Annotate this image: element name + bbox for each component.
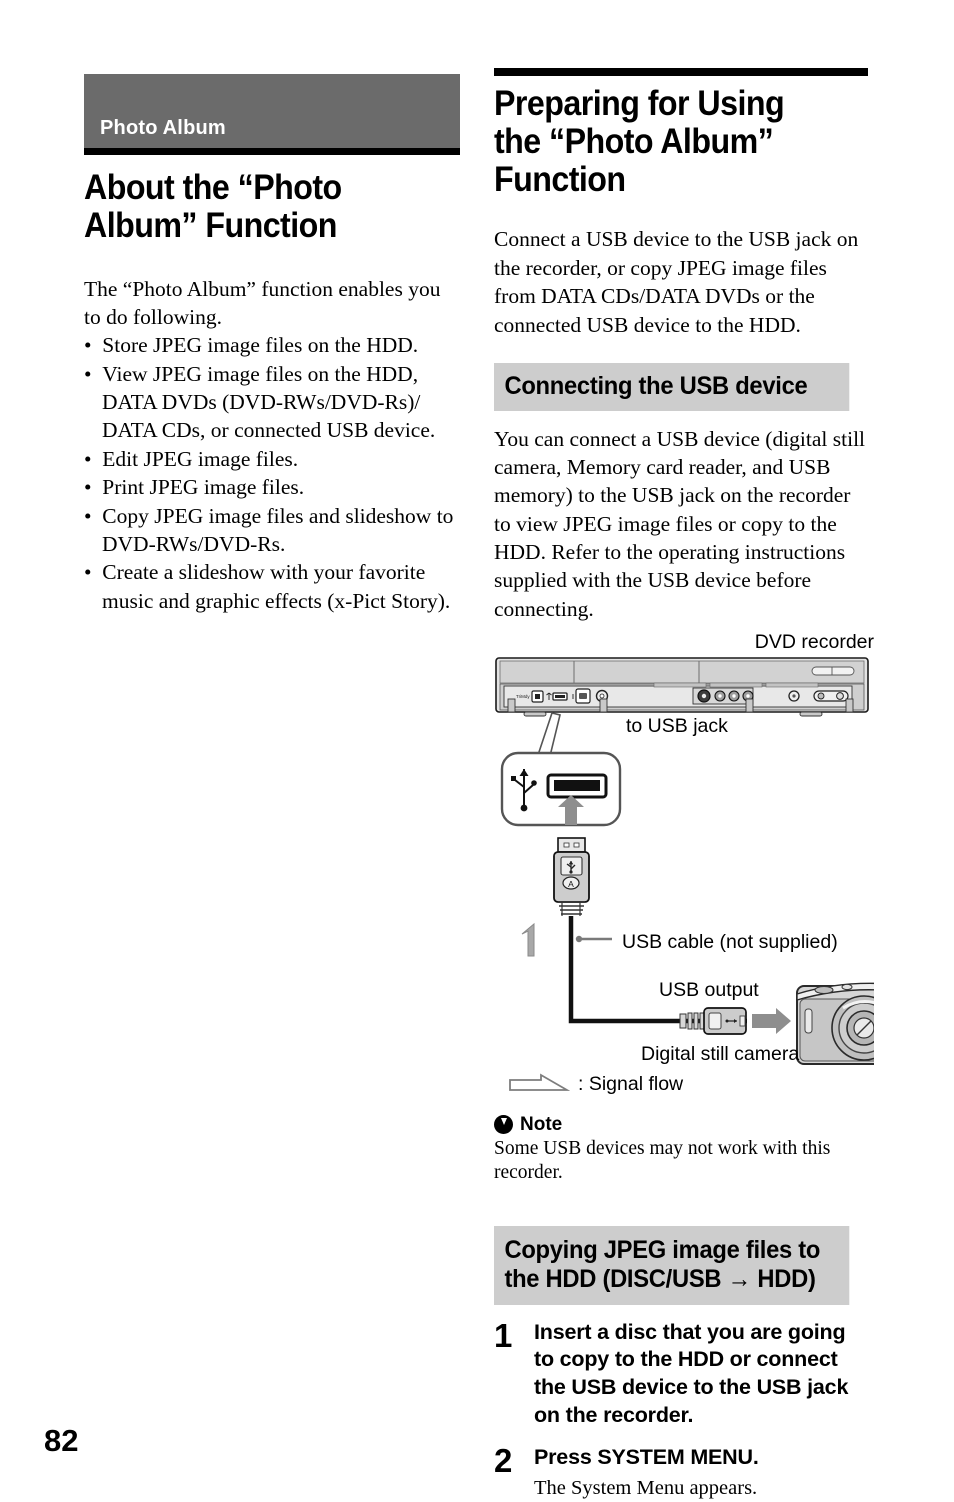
right-column: Preparing for Using the “Photo Album” Fu… <box>494 68 874 1502</box>
note-heading-text: Note <box>520 1113 563 1135</box>
list-item: Copy JPEG image files and slideshow to D… <box>84 502 460 559</box>
note-heading: Note <box>494 1114 868 1136</box>
connecting-usb-body: You can connect a USB device (digital st… <box>494 426 866 621</box>
list-item: View JPEG image files on the HDD, DATA D… <box>84 360 460 445</box>
step-1: 1 Insert a disc that you are going to co… <box>494 1319 868 1431</box>
usb-cable-label: USB cable (not supplied) <box>622 930 838 953</box>
chapter-banner-label: Photo Album <box>100 117 226 139</box>
step-title: Press SYSTEM MENU. <box>534 1445 759 1470</box>
title-rule <box>494 68 868 76</box>
step-number: 1 <box>494 1316 513 1354</box>
subsection-heading-copying-jpeg: Copying JPEG image files to the HDD (DIS… <box>494 1225 850 1305</box>
right-intro-paragraph: Connect a USB device to the USB jack on … <box>494 227 859 337</box>
dvd-recorder-label: DVD recorder <box>754 630 874 653</box>
page-number: 82 <box>44 1423 79 1458</box>
svg-text:A: A <box>568 879 574 889</box>
step-2: 2 Press SYSTEM MENU. The System Menu app… <box>494 1444 868 1502</box>
step-number: 2 <box>494 1442 513 1480</box>
list-item: Store JPEG image files on the HDD. <box>84 331 460 359</box>
note-warning-icon <box>494 1115 513 1135</box>
list-item: Print JPEG image files. <box>84 473 460 501</box>
subsection-heading-connecting-usb: Connecting the USB device <box>494 362 850 411</box>
main-heading: Preparing for Using the “Photo Album” Fu… <box>494 84 785 200</box>
note-body: Some USB devices may not work with this … <box>494 1137 831 1184</box>
copying-heading-line-1: Copying JPEG image files to <box>504 1235 821 1264</box>
step-description: The System Menu appears. <box>534 1477 758 1500</box>
step-title: Insert a disc that you are going to copy… <box>534 1319 849 1428</box>
list-item: Create a slideshow with your favorite mu… <box>84 558 460 615</box>
chapter-banner: Photo Album <box>84 74 460 148</box>
copying-heading-line-2: the HDD (DISC/USB → HDD) <box>504 1264 816 1293</box>
to-usb-jack-label: to USB jack <box>626 714 728 737</box>
usb-output-label: USB output <box>659 978 759 1001</box>
left-intro-paragraph: The “Photo Album” function enables you t… <box>84 276 441 329</box>
left-column: Photo Album About the “Photo Album” Func… <box>84 74 460 615</box>
usb-connection-diagram: DVD recorder TriMdy to USB jack A USB ca… <box>494 630 874 1065</box>
page-title: About the “Photo Album” Function <box>84 168 342 245</box>
digital-still-camera-label: Digital still camera <box>641 1042 800 1065</box>
feature-bullet-list: Store JPEG image files on the HDD. View … <box>84 331 460 615</box>
svg-text:TriMdy: TriMdy <box>516 694 530 699</box>
list-item: Edit JPEG image files. <box>84 445 460 473</box>
chapter-banner-rule <box>84 148 460 155</box>
camera-illustration <box>796 982 874 1065</box>
manual-page: Photo Album About the “Photo Album” Func… <box>0 0 954 1499</box>
